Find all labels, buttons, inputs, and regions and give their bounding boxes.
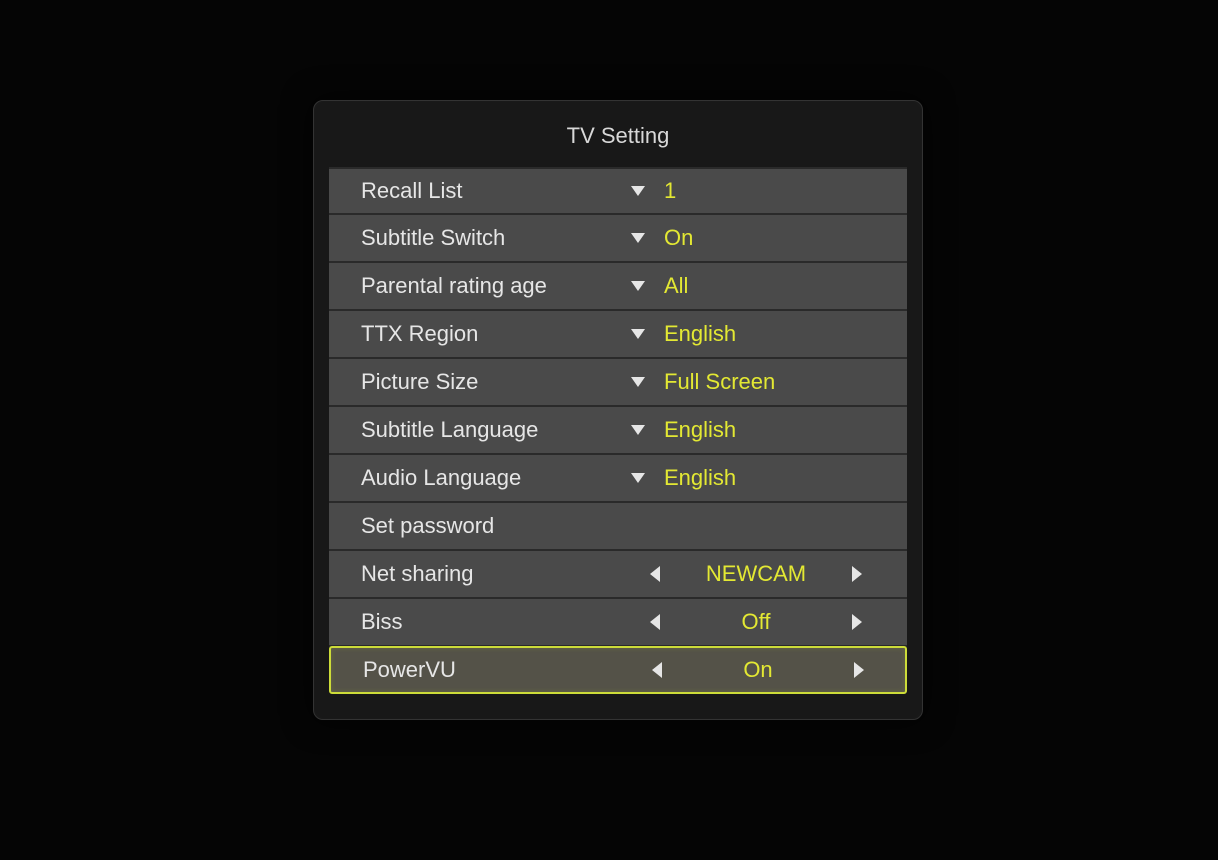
setting-value: Off — [664, 609, 848, 635]
setting-row[interactable]: PowerVU On — [329, 646, 907, 694]
setting-label: Recall List — [361, 178, 626, 204]
setting-value: On — [666, 657, 850, 683]
chevron-down-icon — [626, 329, 650, 339]
arrow-left-icon[interactable] — [646, 614, 664, 630]
setting-value: English — [664, 417, 736, 443]
setting-value: NEWCAM — [664, 561, 848, 587]
setting-value: English — [664, 465, 736, 491]
chevron-down-icon — [626, 425, 650, 435]
arrow-right-icon[interactable] — [848, 566, 866, 582]
chevron-down-icon — [626, 377, 650, 387]
spinner-control[interactable]: Off — [626, 609, 875, 635]
settings-list: Recall List 1 Subtitle Switch On Parental ra… — [329, 167, 907, 694]
setting-value: All — [664, 273, 688, 299]
setting-row[interactable]: Net sharing NEWCAM — [329, 551, 907, 599]
spinner-control[interactable]: On — [628, 657, 873, 683]
setting-label: Subtitle Switch — [361, 225, 626, 251]
dropdown-control[interactable]: English — [626, 417, 875, 443]
setting-label: Subtitle Language — [361, 417, 626, 443]
spinner-control[interactable]: NEWCAM — [626, 561, 875, 587]
arrow-left-icon[interactable] — [648, 662, 666, 678]
setting-label: PowerVU — [363, 657, 628, 683]
setting-row[interactable]: Subtitle Language English — [329, 407, 907, 455]
setting-value: English — [664, 321, 736, 347]
setting-value: 1 — [664, 178, 676, 204]
dropdown-control[interactable]: English — [626, 465, 875, 491]
setting-row[interactable]: Audio Language English — [329, 455, 907, 503]
arrow-right-icon[interactable] — [848, 614, 866, 630]
dropdown-control[interactable]: On — [626, 225, 875, 251]
chevron-down-icon — [626, 233, 650, 243]
setting-row[interactable]: Biss Off — [329, 599, 907, 647]
setting-row[interactable]: Picture Size Full Screen — [329, 359, 907, 407]
setting-label: Biss — [361, 609, 626, 635]
dropdown-control[interactable]: 1 — [626, 178, 875, 204]
setting-value: Full Screen — [664, 369, 775, 395]
setting-label: Net sharing — [361, 561, 626, 587]
setting-row[interactable]: Recall List 1 — [329, 167, 907, 215]
dropdown-control[interactable]: English — [626, 321, 875, 347]
setting-label: Set password — [361, 513, 626, 539]
setting-row[interactable]: TTX Region English — [329, 311, 907, 359]
chevron-down-icon — [626, 186, 650, 196]
setting-label: TTX Region — [361, 321, 626, 347]
setting-label: Audio Language — [361, 465, 626, 491]
chevron-down-icon — [626, 473, 650, 483]
setting-label: Picture Size — [361, 369, 626, 395]
setting-label: Parental rating age — [361, 273, 626, 299]
setting-row[interactable]: Set password — [329, 503, 907, 551]
arrow-right-icon[interactable] — [850, 662, 868, 678]
arrow-left-icon[interactable] — [646, 566, 664, 582]
panel-title: TV Setting — [329, 111, 907, 167]
tv-setting-panel: TV Setting Recall List 1 Subtitle Switch On… — [313, 100, 923, 720]
setting-row[interactable]: Subtitle Switch On — [329, 215, 907, 263]
dropdown-control[interactable]: Full Screen — [626, 369, 875, 395]
chevron-down-icon — [626, 281, 650, 291]
dropdown-control[interactable]: All — [626, 273, 875, 299]
setting-value: On — [664, 225, 693, 251]
setting-row[interactable]: Parental rating age All — [329, 263, 907, 311]
